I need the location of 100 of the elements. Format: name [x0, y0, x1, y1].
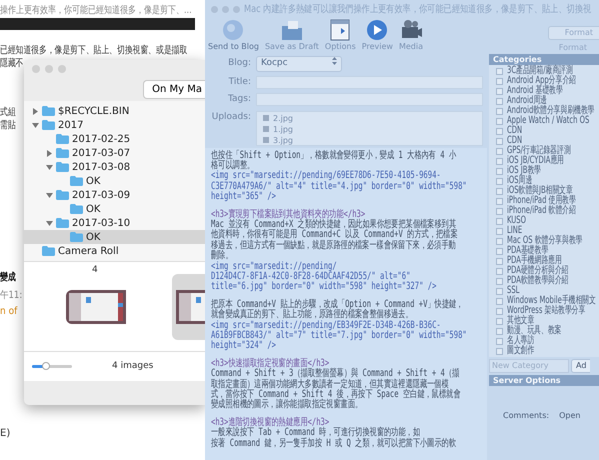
category-label[interactable]: Windows Mobile手機相關文 — [507, 296, 596, 306]
screenshot-thumbnail[interactable] — [172, 274, 205, 340]
disclosure-triangle-icon[interactable] — [46, 164, 53, 170]
folder-icon — [42, 246, 55, 256]
folder-icon — [70, 176, 83, 186]
category-label[interactable]: Android App分享介紹 — [507, 76, 576, 86]
field-label: Blog: — [227, 57, 251, 70]
body-text: 按著 Command 鍵，另一隻手加按 H 或 Q 之類，就可以把當下小圖示的軟 — [211, 438, 456, 449]
category-label[interactable]: Android 基礎教學 — [507, 86, 563, 96]
folder-row[interactable]: 2017-02-25 — [24, 132, 205, 146]
new-category-field[interactable]: New Category — [489, 359, 569, 373]
checkbox[interactable] — [496, 218, 503, 224]
add-button[interactable]: Ad — [571, 359, 590, 373]
disclosure-triangle-icon[interactable] — [46, 150, 53, 156]
category-label[interactable]: PDA手機網路應用 — [507, 256, 562, 266]
checkbox[interactable] — [496, 318, 503, 324]
checkbox[interactable] — [496, 338, 503, 344]
checkbox[interactable] — [496, 278, 503, 284]
folder-row[interactable]: 2017-03-09 — [24, 188, 205, 202]
html-code: <h3>快速擷取指定視窗的畫面</h3> — [211, 358, 330, 369]
page-text: 操作上更有效率，你可能已經知道很多，像是剪下、... — [0, 5, 192, 17]
folder-icon — [56, 162, 69, 172]
checkbox[interactable] — [496, 328, 503, 334]
category-label[interactable]: SSL — [507, 286, 520, 296]
folder-row[interactable]: OK — [24, 230, 205, 244]
checkbox[interactable] — [496, 228, 503, 234]
category-label[interactable]: 動漫、玩具、教案 — [507, 326, 562, 336]
category-label[interactable]: iOS周邊 — [507, 176, 532, 186]
category-label[interactable]: 名人專訪 — [507, 336, 534, 346]
category-label[interactable]: iOS JB教學 — [507, 166, 541, 176]
category-label[interactable]: CDN — [507, 136, 522, 146]
category-label[interactable]: PDA硬體分析與介紹 — [507, 266, 568, 276]
folder-icon — [56, 190, 69, 200]
category-label[interactable]: iOS軟體與JB相關文章 — [507, 186, 573, 196]
folder-row[interactable]: Camera Roll — [24, 244, 205, 258]
category-label[interactable]: LINE — [507, 226, 522, 236]
checkbox[interactable] — [496, 98, 503, 104]
checkbox[interactable] — [496, 348, 503, 354]
screenshot-thumbnail[interactable] — [66, 290, 126, 324]
category-label[interactable]: 3C產品開箱/廠商評測 — [507, 66, 573, 76]
blog-dropdown[interactable]: Kocpc — [256, 56, 342, 72]
disclosure-triangle-icon[interactable] — [46, 192, 53, 198]
checkbox[interactable] — [496, 118, 503, 124]
html-code: A61B9FBCB843/" alt="7" title="7.jpg" border="0" width="598" — [211, 330, 467, 341]
html-code: height="324" /> — [211, 340, 276, 352]
folder-row[interactable]: 2017-03-10 — [24, 216, 205, 230]
checkbox[interactable] — [496, 148, 503, 154]
folder-row[interactable]: 2017 — [24, 118, 205, 132]
category-label[interactable]: Android軟體分享與刷機教學 — [507, 106, 594, 116]
checkbox[interactable] — [496, 238, 503, 244]
link[interactable]: n of — [0, 306, 18, 318]
disclosure-triangle-icon[interactable] — [46, 220, 53, 226]
category-label[interactable]: iPhone/iPad 使用教學 — [507, 196, 576, 206]
checkbox[interactable] — [496, 248, 503, 254]
folder-icon — [56, 218, 69, 228]
zoom-slider[interactable] — [32, 365, 72, 368]
checkbox[interactable] — [496, 198, 503, 204]
checkbox[interactable] — [496, 208, 503, 214]
category-label[interactable]: 圖文創作 — [507, 346, 534, 356]
disclosure-triangle-icon[interactable] — [32, 122, 39, 128]
location-button[interactable]: On My Ma — [143, 80, 205, 98]
checkbox[interactable] — [496, 78, 503, 84]
checkbox[interactable] — [496, 188, 503, 194]
checkbox[interactable] — [496, 138, 503, 144]
category-label[interactable]: PDA基礎教學 — [507, 246, 548, 256]
category-label[interactable]: Mac OS 軟體分享與教學 — [507, 236, 582, 246]
folder-row[interactable]: 2017-03-08 — [24, 160, 205, 174]
checkbox[interactable] — [496, 158, 503, 164]
checkbox[interactable] — [496, 268, 503, 274]
category-label[interactable]: Android周邊 — [507, 96, 547, 106]
category-label[interactable]: WordPress 架站教學分享 — [507, 306, 586, 316]
category-label[interactable]: 其他文章 — [507, 316, 534, 326]
folder-row[interactable]: OK — [24, 174, 205, 188]
category-label[interactable]: GPS/行車記錄器評測 — [507, 146, 571, 156]
category-label[interactable]: iOS JB/CYDIA應用 — [507, 156, 564, 166]
checkbox[interactable] — [496, 298, 503, 304]
category-label[interactable]: PDA軟體教學與介紹 — [507, 276, 568, 286]
html-code: <img src="marsedit://pending/EB349F2E-D34B-426B-B36C- — [211, 320, 441, 331]
category-label[interactable]: iPhone/iPad 軟體介紹 — [507, 206, 576, 216]
body-text: 取指定畫面）這兩個功能網大多數讀者一定知道，但其實這裡還隱藏一個模 — [211, 378, 449, 390]
html-code: <h3>進階切換視窗的熱鍵應用</h3> — [211, 416, 330, 428]
checkbox[interactable] — [496, 288, 503, 294]
checkbox[interactable] — [496, 88, 503, 94]
checkbox[interactable] — [496, 68, 503, 74]
comments-dropdown[interactable]: Open — [559, 410, 580, 422]
checkbox[interactable] — [496, 168, 503, 174]
category-label[interactable]: CDN — [507, 126, 522, 136]
category-label[interactable]: KUSO — [507, 216, 526, 226]
field-label: Uploads: — [210, 110, 251, 124]
page-text: 隱藏不 — [0, 58, 24, 70]
folder-row[interactable]: 2017-03-07 — [24, 146, 205, 160]
checkbox[interactable] — [496, 108, 503, 114]
disclosure-triangle-icon[interactable] — [32, 108, 39, 114]
checkbox[interactable] — [496, 178, 503, 184]
checkbox[interactable] — [496, 128, 503, 134]
checkbox[interactable] — [496, 258, 503, 264]
category-label[interactable]: Apple Watch / Watch OS — [507, 116, 590, 126]
checkbox[interactable] — [496, 308, 503, 314]
folder-row[interactable]: OK — [24, 202, 205, 216]
folder-row[interactable]: $RECYCLE.BIN — [24, 104, 205, 118]
